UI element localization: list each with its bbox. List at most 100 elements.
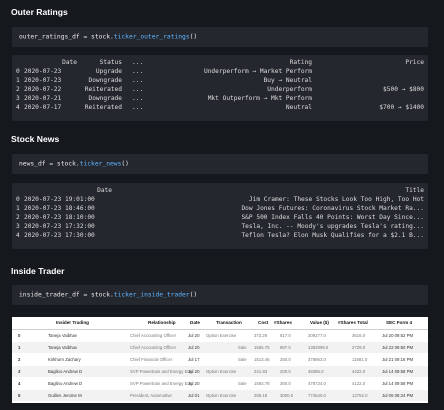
cell-insider: Taneja Vaibhav	[48, 345, 78, 350]
cell-relationship: Chief Accounting Officer	[130, 333, 177, 338]
cell-rating: Buy → Neutral	[263, 77, 312, 84]
code-text: inside_trader_df = stock.	[19, 291, 114, 299]
col-cost: Cost	[258, 320, 269, 325]
cell-cost: 1593.78	[254, 381, 270, 386]
cell-sec-form[interactable]: Jul 21 09:16 PM	[382, 357, 413, 362]
row-index: 5	[18, 393, 21, 398]
cell-cost: 1513.46	[254, 357, 270, 362]
cell-insider: Baglino Andrew D	[48, 369, 83, 374]
row-index: 4	[18, 381, 21, 386]
table-row: 1 Taneja Vaibhav Chief Accounting Office…	[12, 342, 428, 353]
cell-status: Reiterated	[84, 86, 122, 93]
cell-title: Teflon Tesla? Elon Musk Qualifies for a …	[241, 232, 424, 239]
col-price: Price	[405, 59, 424, 66]
cell-date: 2020-07-23	[24, 77, 62, 84]
cell-insider: Kirkhorn Zachary	[48, 357, 81, 362]
cell-insider: Baglino Andrew D	[48, 381, 83, 386]
table-row: 4 2020-07-17 Reiterated ... Neutral $700…	[12, 103, 428, 112]
cell-value: 378863.0	[308, 357, 326, 362]
col-status: Status	[99, 59, 122, 66]
cell-date: 2020-07-23 17:32:00	[24, 223, 95, 230]
cell-shares: 200.0	[280, 369, 291, 374]
output-outer-ratings: Date Status ... Rating Price 0 2020-07-2…	[12, 55, 428, 121]
cell-ellipsis: ...	[132, 68, 144, 75]
cell-insider: Guillen Jerome M	[48, 393, 82, 398]
cell-shares-total: 12752.0	[352, 393, 368, 398]
cell-shares-total: 2729.0	[352, 345, 366, 350]
cell-transaction: Option Exercise	[206, 333, 237, 338]
cell-transaction: Option Exercise	[206, 393, 237, 398]
col-insider-trading: Insider Trading	[56, 320, 89, 325]
cell-sec-form[interactable]: Jul 06 08:24 PM	[382, 393, 413, 398]
code-function: ticker_news	[79, 160, 122, 168]
col-date: Date	[97, 187, 112, 194]
row-index: 1	[16, 77, 20, 84]
row-index: 3	[18, 369, 21, 374]
code-cell-stock-news[interactable]: news_df = stock.ticker_news()	[12, 154, 428, 174]
code-line: inside_trader_df = stock.ticker_inside_t…	[19, 292, 197, 299]
cell-rating: Underperform	[267, 86, 312, 93]
cell-sec-form[interactable]: Jul 20 09:52 PM	[382, 333, 413, 338]
cell-status: Upgrade	[95, 68, 122, 75]
table-row: 0 2020-07-23 19:01:00 Jim Cramer: These …	[12, 195, 428, 204]
row-index: 0	[18, 333, 21, 338]
cell-transaction: Sale	[238, 345, 247, 350]
cell-date: Jul 17	[188, 357, 200, 362]
col-shares-total: #Shares Total	[338, 320, 368, 325]
cell-rating: Underperform → Market Perform	[203, 68, 312, 75]
table-row: 2 2020-07-23 18:10:00 S&P 500 Index Fall…	[12, 213, 428, 222]
col-ellipsis: ...	[132, 59, 144, 66]
cell-date: 2020-07-23 18:10:00	[24, 214, 95, 221]
code-cell-outer-ratings[interactable]: outer_ratings_df = stock.ticker_outer_ra…	[12, 27, 428, 47]
cell-title: Jim Cramer: These Stocks Look Too High, …	[248, 196, 424, 203]
code-function: ticker_inside_trader	[113, 291, 190, 299]
cell-shares-total: 11581.0	[352, 357, 368, 362]
cell-cost: 258.18	[254, 393, 268, 398]
cell-shares: 817.0	[280, 333, 291, 338]
cell-date: 2020-07-23 19:01:00	[24, 196, 95, 203]
cell-date: 2020-07-23 17:30:00	[24, 232, 95, 239]
cell-sec-form[interactable]: Jul 14 09:58 PM	[382, 381, 413, 386]
cell-shares-total: 4422.0	[352, 369, 366, 374]
cell-ellipsis: ...	[132, 95, 144, 102]
cell-value: 1382898.0	[308, 345, 329, 350]
cell-shares-total: 4122.0	[352, 381, 366, 386]
cell-price: $500 → $800	[383, 86, 424, 93]
cell-date: Jul 01	[188, 393, 200, 398]
code-cell-inside-trader[interactable]: inside_trader_df = stock.ticker_inside_t…	[12, 285, 428, 305]
cell-cost: 241.93	[254, 369, 268, 374]
cell-cost: 373.29	[254, 333, 268, 338]
cell-value: 209277.0	[308, 333, 326, 338]
notebook-page: Outer Ratings outer_ratings_df = stock.t…	[0, 0, 444, 410]
col-transaction: Transaction	[216, 320, 242, 325]
table-row: 0 2020-07-23 Upgrade ... Underperform → …	[12, 67, 428, 76]
cell-sec-form[interactable]: Jul 22 09:50 PM	[382, 345, 413, 350]
col-date: Date	[62, 59, 77, 66]
section-title-stock-news: Stock News	[11, 134, 60, 144]
cell-date: Jul 20	[188, 345, 200, 350]
cell-value: 478734.0	[308, 381, 326, 386]
cell-shares: 887.0	[280, 345, 291, 350]
cell-value: 774540.0	[308, 393, 326, 398]
row-index: 1	[18, 345, 21, 350]
cell-status: Downgrade	[88, 77, 122, 84]
cell-shares: 300.0	[280, 381, 291, 386]
table-row: 3 2020-07-21 Downgrade ... Mkt Outperfor…	[12, 94, 428, 103]
col-value: Value ($)	[310, 320, 329, 325]
col-title: Title	[405, 187, 424, 194]
output-stock-news: Date Title 0 2020-07-23 19:01:00 Jim Cra…	[12, 183, 428, 249]
code-function: ticker_outer_ratings	[113, 33, 190, 41]
cell-ellipsis: ...	[132, 86, 144, 93]
cell-status: Reiterated	[84, 104, 122, 111]
code-text: news_df = stock.	[19, 160, 80, 168]
col-relationship: Relationship	[148, 320, 176, 325]
cell-relationship: Chief Accounting Officer	[130, 345, 177, 350]
cell-price: $700 → $1400	[379, 104, 424, 111]
cell-date: 2020-07-23 18:46:00	[24, 205, 95, 212]
code-text: outer_ratings_df = stock.	[19, 33, 114, 41]
row-index: 3	[16, 95, 20, 102]
cell-insider: Taneja Vaibhav	[48, 333, 78, 338]
col-date: Date	[190, 320, 200, 325]
table-row: 1 2020-07-23 18:46:00 Dow Jones Futures:…	[12, 204, 428, 213]
cell-sec-form[interactable]: Jul 14 09:58 PM	[382, 369, 413, 374]
